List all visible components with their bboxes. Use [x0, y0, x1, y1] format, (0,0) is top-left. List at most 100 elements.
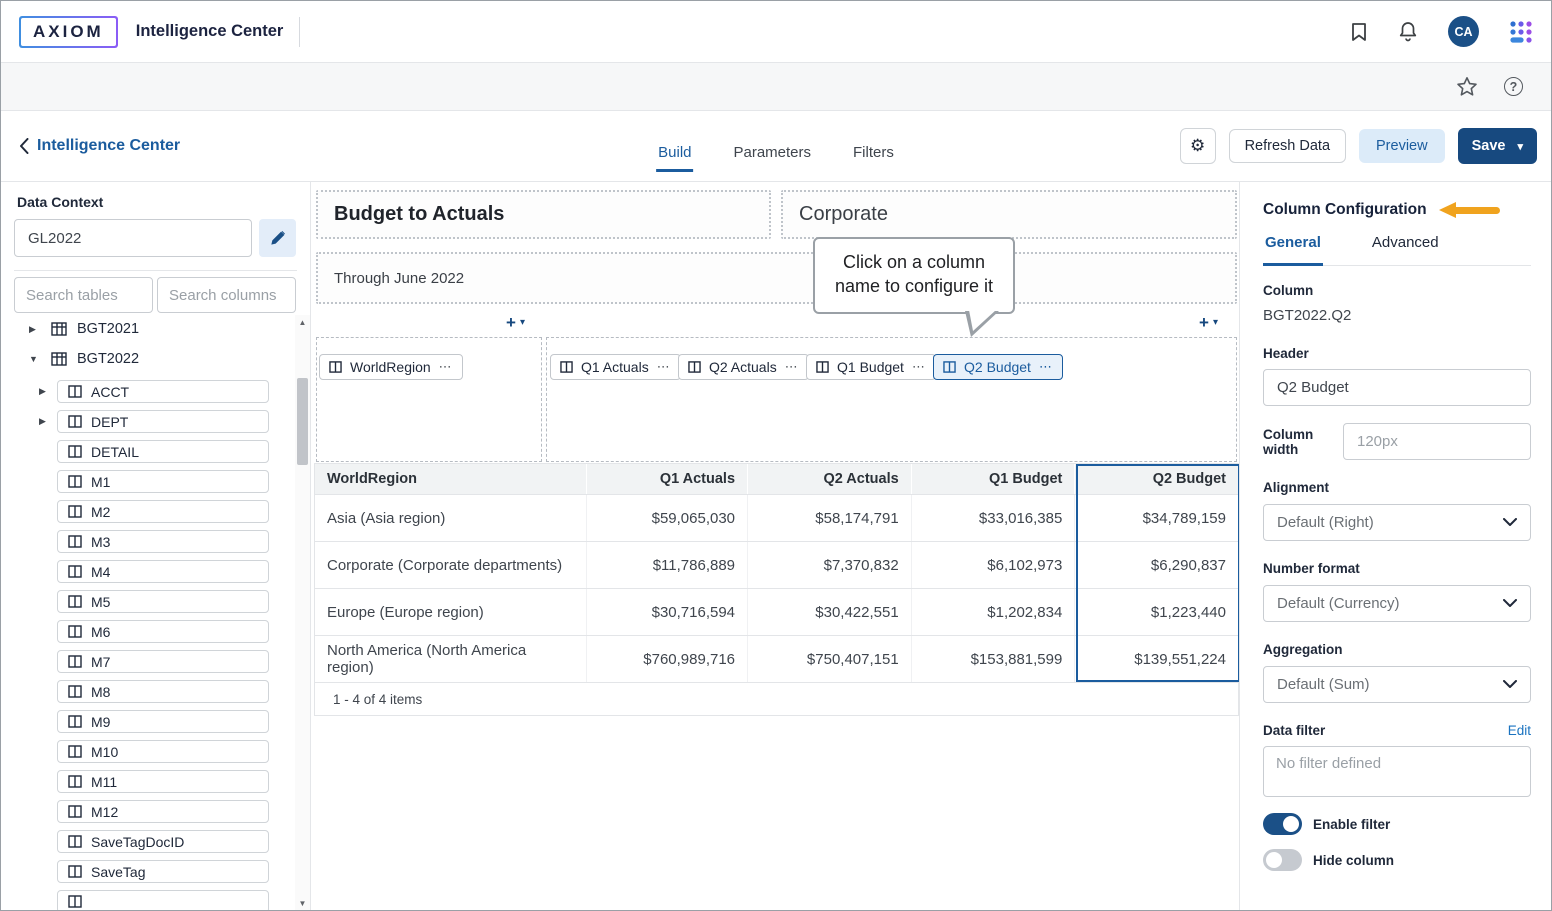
column-value: BGT2022.Q2 — [1263, 307, 1531, 324]
cell-value: $1,223,440 — [1074, 589, 1238, 635]
preview-button[interactable]: Preview — [1359, 129, 1445, 163]
table-item-bgt2022[interactable]: ▼ BGT2022 — [1, 348, 294, 370]
chip-q1-actuals[interactable]: Q1 Actuals ⋯ — [550, 354, 681, 380]
table-header-q2-actuals[interactable]: Q2 Actuals — [747, 464, 911, 494]
column-item-m11[interactable]: M11 — [57, 770, 294, 793]
column-item-m12[interactable]: M12 — [57, 800, 294, 823]
user-avatar[interactable]: CA — [1448, 16, 1479, 47]
number-format-value: Default (Currency) — [1277, 595, 1400, 612]
column-item-m7[interactable]: M7 — [57, 650, 294, 673]
search-tables-input[interactable] — [14, 277, 153, 313]
column-item-m10[interactable]: M10 — [57, 740, 294, 763]
tab-advanced[interactable]: Advanced — [1370, 234, 1441, 266]
aggregation-select[interactable]: Default (Sum) — [1263, 666, 1531, 703]
bookmark-icon[interactable] — [1350, 22, 1368, 42]
row-dimension-band[interactable]: WorldRegion ⋯ — [316, 337, 542, 462]
chip-q2-actuals[interactable]: Q2 Actuals ⋯ — [678, 354, 809, 380]
data-context-label: Data Context — [17, 194, 310, 210]
report-title-box[interactable]: Budget to Actuals — [316, 190, 771, 239]
column-icon — [68, 865, 82, 878]
back-link[interactable]: Intelligence Center — [19, 137, 180, 155]
alignment-select[interactable]: Default (Right) — [1263, 504, 1531, 541]
column-item-m6[interactable]: M6 — [57, 620, 294, 643]
column-item-m8[interactable]: M8 — [57, 680, 294, 703]
column-item-acct[interactable]: ▶ ACCT — [57, 380, 294, 403]
favorite-star-icon[interactable] — [1456, 76, 1478, 97]
value-columns-band[interactable]: Q1 Actuals ⋯ Q2 Actuals ⋯ Q1 Budget ⋯ Q2… — [546, 337, 1237, 462]
enable-filter-toggle[interactable] — [1263, 813, 1302, 835]
column-icon — [68, 535, 82, 548]
report-period-box[interactable]: Through June 2022 — [316, 252, 1237, 304]
more-options-icon[interactable]: ⋯ — [912, 359, 926, 375]
save-button[interactable]: Save ▾ — [1458, 128, 1537, 164]
chip-q2-budget-selected[interactable]: Q2 Budget ⋯ — [933, 354, 1063, 380]
column-item-savetag[interactable]: SaveTag — [57, 860, 294, 883]
tab-general[interactable]: General — [1263, 234, 1323, 266]
edit-filter-link[interactable]: Edit — [1508, 723, 1531, 738]
column-item-clipped[interactable] — [57, 890, 294, 911]
expand-expanded-icon[interactable]: ▼ — [29, 354, 41, 364]
column-item-label: M3 — [91, 534, 110, 550]
report-entity-box[interactable]: Corporate — [781, 190, 1237, 239]
table-header-worldregion[interactable]: WorldRegion — [315, 464, 586, 494]
scroll-down-icon[interactable]: ▼ — [295, 899, 310, 908]
edit-data-context-button[interactable] — [259, 219, 296, 257]
chip-q1-budget[interactable]: Q1 Budget ⋯ — [806, 354, 936, 380]
column-width-label: Column width — [1263, 427, 1343, 457]
app-window: AXIOM Intelligence Center CA — [0, 0, 1552, 911]
column-item-savetagdocid[interactable]: SaveTagDocID — [57, 830, 294, 853]
column-item-m9[interactable]: M9 — [57, 710, 294, 733]
header-input[interactable] — [1263, 369, 1531, 406]
search-columns-input[interactable] — [157, 277, 296, 313]
notifications-bell-icon[interactable] — [1398, 21, 1418, 42]
tab-build[interactable]: Build — [656, 120, 693, 172]
chip-worldregion[interactable]: WorldRegion ⋯ — [319, 354, 463, 380]
column-item-dept[interactable]: ▶ DEPT — [57, 410, 294, 433]
expand-collapsed-icon[interactable]: ▶ — [29, 324, 41, 335]
table-header-q1-budget[interactable]: Q1 Budget — [911, 464, 1075, 494]
chip-label: WorldRegion — [350, 359, 431, 375]
sidebar-scrollbar[interactable]: ▲ ▼ — [295, 315, 310, 911]
data-context-input[interactable] — [14, 219, 252, 257]
more-options-icon[interactable]: ⋯ — [1039, 359, 1053, 375]
save-dropdown-caret-icon[interactable]: ▾ — [1517, 140, 1523, 153]
help-icon[interactable]: ? — [1504, 77, 1523, 96]
hide-column-toggle[interactable] — [1263, 849, 1302, 871]
column-item-m2[interactable]: M2 — [57, 500, 294, 523]
cell-value: $6,290,837 — [1074, 542, 1238, 588]
add-row-column-button[interactable]: + ▾ — [506, 314, 525, 331]
data-context-sidebar: Data Context ▶ BGT2021 ▼ — [1, 182, 311, 911]
table-header-q1-actuals[interactable]: Q1 Actuals — [586, 464, 747, 494]
table-header-q2-budget[interactable]: Q2 Budget — [1074, 464, 1238, 494]
scrollbar-thumb[interactable] — [297, 378, 308, 465]
column-item-m1[interactable]: M1 — [57, 470, 294, 493]
alignment-label: Alignment — [1263, 480, 1531, 495]
column-icon — [68, 685, 82, 698]
column-icon — [688, 361, 701, 373]
more-options-icon[interactable]: ⋯ — [657, 359, 671, 375]
refresh-data-button[interactable]: Refresh Data — [1229, 129, 1346, 163]
expand-collapsed-icon[interactable]: ▶ — [39, 416, 46, 427]
table-item-label: BGT2021 — [77, 321, 139, 337]
add-data-column-button[interactable]: + ▾ — [1199, 314, 1218, 331]
number-format-select[interactable]: Default (Currency) — [1263, 585, 1531, 622]
table-item-label: BGT2022 — [77, 351, 139, 367]
column-item-m4[interactable]: M4 — [57, 560, 294, 583]
tab-filters[interactable]: Filters — [851, 120, 896, 172]
column-icon — [816, 361, 829, 373]
scroll-up-icon[interactable]: ▲ — [295, 318, 310, 327]
save-button-label: Save — [1472, 138, 1506, 154]
column-item-m3[interactable]: M3 — [57, 530, 294, 553]
cell-region: Europe (Europe region) — [315, 589, 586, 635]
app-launcher-icon[interactable] — [1509, 20, 1533, 44]
column-width-input[interactable] — [1343, 423, 1531, 460]
more-options-icon[interactable]: ⋯ — [439, 359, 453, 375]
column-item-m5[interactable]: M5 — [57, 590, 294, 613]
column-item-detail[interactable]: DETAIL — [57, 440, 294, 463]
tab-parameters[interactable]: Parameters — [731, 120, 813, 172]
data-filter-box[interactable]: No filter defined — [1263, 746, 1531, 797]
settings-gear-button[interactable]: ⚙ — [1180, 128, 1216, 164]
table-item-bgt2021[interactable]: ▶ BGT2021 — [1, 318, 294, 340]
expand-collapsed-icon[interactable]: ▶ — [39, 386, 46, 397]
more-options-icon[interactable]: ⋯ — [785, 359, 799, 375]
